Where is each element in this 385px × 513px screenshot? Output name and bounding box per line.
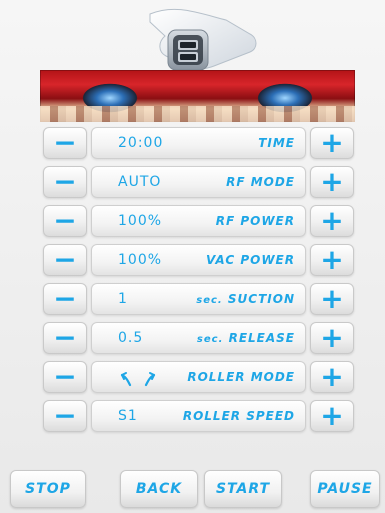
pause-button[interactable]: PAUSE xyxy=(310,470,380,508)
rf-power-decrease-button[interactable]: − xyxy=(43,205,87,237)
vac-power-increase-button[interactable]: + xyxy=(310,244,354,276)
suction-decrease-button[interactable]: − xyxy=(43,283,87,315)
vac-power-decrease-button[interactable]: − xyxy=(43,244,87,276)
time-value: 20:00 xyxy=(118,135,164,151)
roller-speed-row: − S1 ROLLER SPEED + xyxy=(43,400,354,432)
time-row: − 20:00 TIME + xyxy=(43,127,354,159)
roller-mode-row: − ROLLER MODE + xyxy=(43,361,354,393)
rf-power-field: 100% RF POWER xyxy=(91,205,306,237)
release-label-prefix: sec. xyxy=(196,334,224,345)
rf-mode-row: − AUTO RF MODE + xyxy=(43,166,354,198)
rollers-banner-image xyxy=(40,70,355,122)
rf-power-row: − 100% RF POWER + xyxy=(43,205,354,237)
roller-mode-decrease-button[interactable]: − xyxy=(43,361,87,393)
back-button[interactable]: BACK xyxy=(120,470,198,508)
roller-speed-field: S1 ROLLER SPEED xyxy=(91,400,306,432)
roller-speed-increase-button[interactable]: + xyxy=(310,400,354,432)
release-label: sec. RELEASE xyxy=(197,331,295,345)
device-handpiece-image xyxy=(140,4,262,71)
rf-mode-field: AUTO RF MODE xyxy=(91,166,306,198)
rf-mode-increase-button[interactable]: + xyxy=(310,166,354,198)
vac-power-field: 100% VAC POWER xyxy=(91,244,306,276)
suction-label-prefix: sec. xyxy=(196,295,223,306)
rf-power-increase-button[interactable]: + xyxy=(310,205,354,237)
suction-label: sec. SUCTION xyxy=(196,292,295,306)
rf-mode-decrease-button[interactable]: − xyxy=(43,166,87,198)
release-decrease-button[interactable]: − xyxy=(43,322,87,354)
vac-power-label: VAC POWER xyxy=(205,253,295,267)
vac-power-row: − 100% VAC POWER + xyxy=(43,244,354,276)
time-label: TIME xyxy=(258,136,295,150)
roller-mode-increase-button[interactable]: + xyxy=(310,361,354,393)
suction-label-text: SUCTION xyxy=(227,292,295,306)
device-handpiece-illustration xyxy=(149,8,257,71)
rf-mode-label: RF MODE xyxy=(226,175,295,189)
roller-mode-label: ROLLER MODE xyxy=(187,370,295,384)
roller-speed-value: S1 xyxy=(118,408,138,424)
vac-power-value: 100% xyxy=(118,252,163,268)
suction-increase-button[interactable]: + xyxy=(310,283,354,315)
time-decrease-button[interactable]: − xyxy=(43,127,87,159)
roller-speed-decrease-button[interactable]: − xyxy=(43,400,87,432)
release-row: − 0.5 sec. RELEASE + xyxy=(43,322,354,354)
release-label-text: RELEASE xyxy=(228,331,295,345)
roller-arcs-icon xyxy=(120,372,156,387)
suction-field: 1 sec. SUCTION xyxy=(91,283,306,315)
rf-power-value: 100% xyxy=(118,213,163,229)
release-value: 0.5 xyxy=(118,330,144,346)
suction-row: − 1 sec. SUCTION + xyxy=(43,283,354,315)
start-button[interactable]: START xyxy=(204,470,282,508)
stop-button[interactable]: STOP xyxy=(10,470,86,508)
time-increase-button[interactable]: + xyxy=(310,127,354,159)
release-field: 0.5 sec. RELEASE xyxy=(91,322,306,354)
time-field: 20:00 TIME xyxy=(91,127,306,159)
roller-speed-label: ROLLER SPEED xyxy=(182,409,295,423)
suction-value: 1 xyxy=(118,291,128,307)
roller-mode-field: ROLLER MODE xyxy=(91,361,306,393)
rf-power-label: RF POWER xyxy=(215,214,295,228)
rf-mode-value: AUTO xyxy=(118,174,162,190)
release-increase-button[interactable]: + xyxy=(310,322,354,354)
